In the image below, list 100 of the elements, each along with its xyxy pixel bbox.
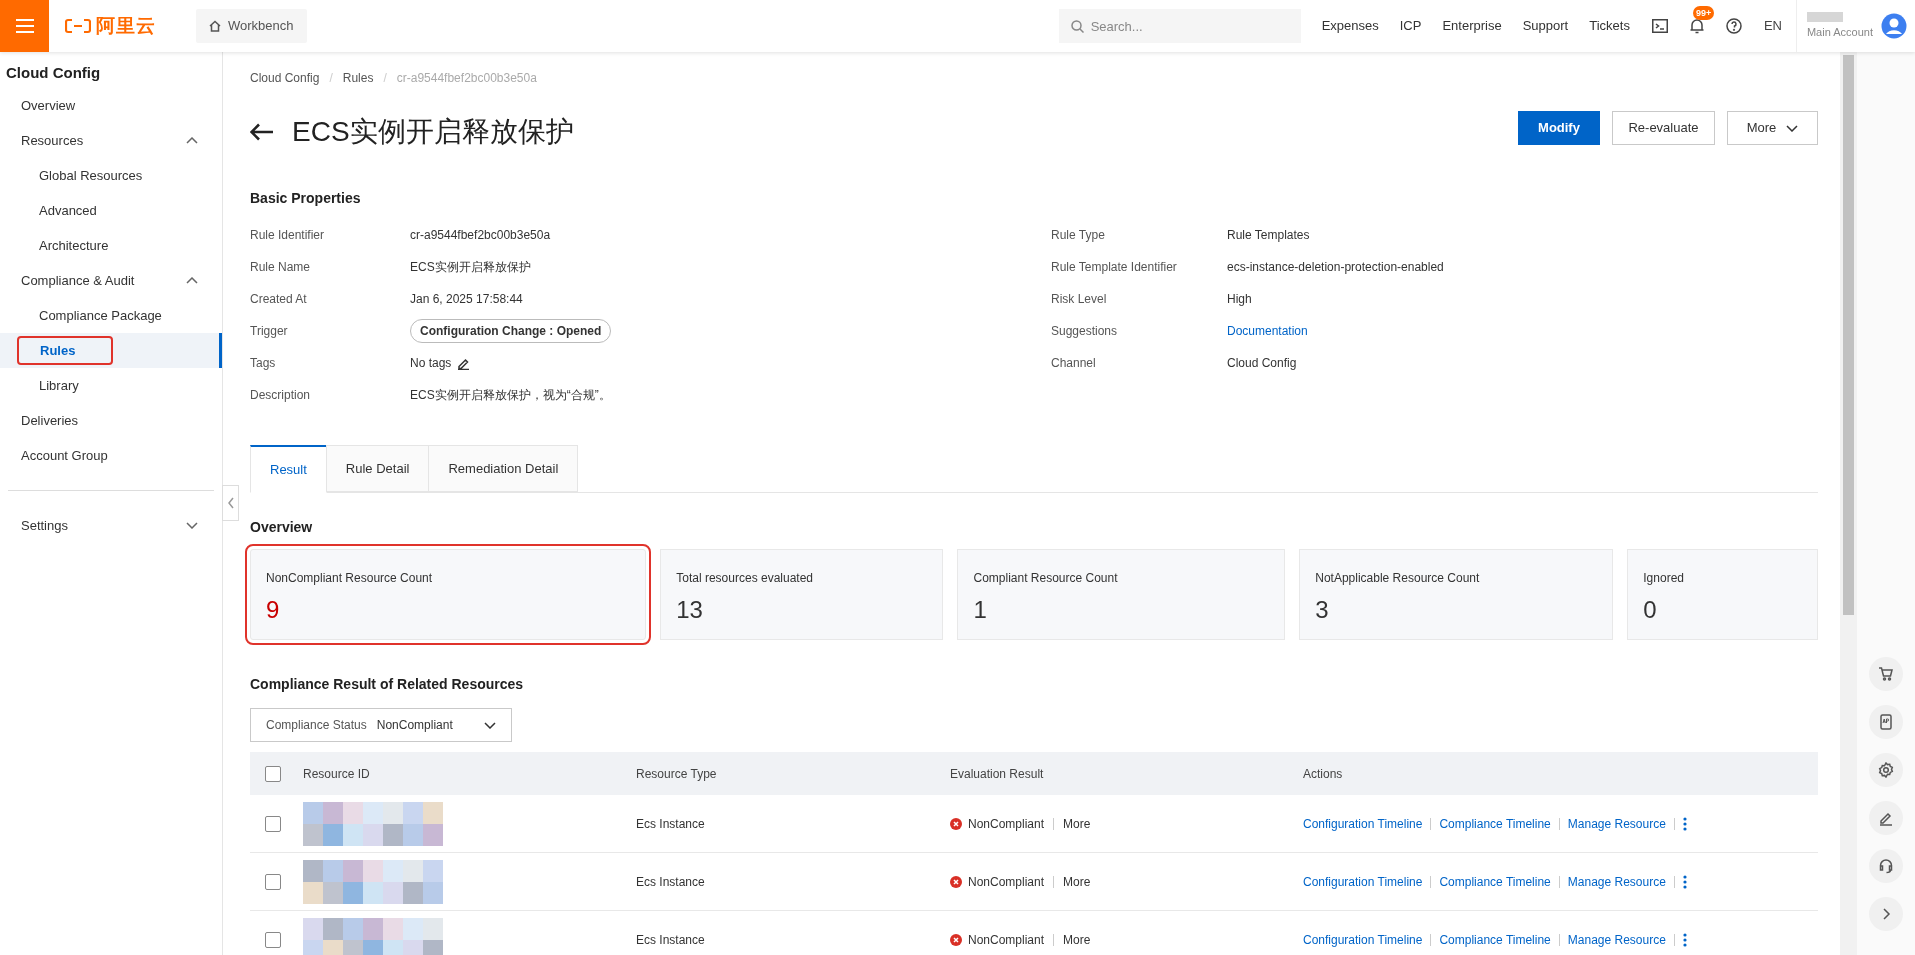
tab[interactable]: Result [250, 445, 327, 493]
property-value: Jan 6, 2025 17:58:44 [410, 291, 523, 308]
account-label: Main Account [1806, 24, 1873, 40]
more-link[interactable]: More [1063, 814, 1091, 833]
property-label: Channel [1051, 355, 1097, 372]
stat-label: Ignored [1643, 570, 1685, 587]
checkbox[interactable] [265, 765, 281, 782]
sidebar-subitem[interactable]: Global Resources [0, 158, 222, 193]
sidebar-item[interactable]: Overview [0, 88, 222, 123]
sidebar-subitem[interactable]: Compliance Package [0, 298, 222, 333]
documentation-link[interactable]: Documentation [1227, 322, 1308, 340]
terminal-icon[interactable] [1651, 19, 1668, 33]
nav-link[interactable]: Enterprise [1442, 16, 1502, 36]
section-title: Basic Properties [250, 189, 362, 208]
property-label: Rule Identifier [250, 227, 326, 244]
more-link[interactable]: More [1063, 872, 1091, 891]
stat-value: 1 [973, 595, 988, 625]
sidebar-item[interactable]: Account Group [0, 438, 222, 473]
chevron-down-icon [484, 721, 496, 729]
search-field[interactable]: Search... [1058, 9, 1301, 43]
table-cell-text: Ecs Instance [636, 873, 706, 891]
default-button[interactable]: Re-evaluate [1612, 111, 1715, 145]
more-vertical-icon[interactable] [1682, 816, 1687, 831]
action-link[interactable]: Compliance Timeline [1439, 930, 1551, 949]
action-link[interactable]: Compliance Timeline [1439, 814, 1551, 833]
more-link[interactable]: More [1063, 930, 1091, 949]
property-label: Rule Type [1051, 227, 1106, 244]
nav-link[interactable]: ICP [1399, 16, 1422, 36]
more-vertical-icon[interactable] [1682, 932, 1687, 947]
property-value: No tags [410, 355, 452, 372]
action-link[interactable]: Manage Resource [1567, 872, 1666, 891]
sidebar-subitem[interactable]: Architecture [0, 228, 222, 263]
edit-icon[interactable] [457, 356, 471, 370]
mobile-app-button[interactable] [1869, 705, 1903, 739]
mobile-app-icon [1878, 714, 1894, 730]
sidebar-item[interactable]: Settings [0, 508, 222, 543]
avatar-icon[interactable] [1881, 13, 1907, 39]
nav-link[interactable]: Expenses [1321, 16, 1379, 36]
scrollbar[interactable] [1840, 52, 1857, 955]
property-label: Rule Template Identifier [1051, 259, 1178, 276]
primary-button[interactable]: Modify [1518, 111, 1600, 145]
breadcrumb-link[interactable]: Rules [342, 69, 374, 87]
sidebar-title: Cloud Config [5, 63, 102, 83]
stat-label: NonCompliant Resource Count [266, 570, 434, 587]
settings-button[interactable] [1869, 753, 1903, 787]
tab[interactable]: Remediation Detail [428, 445, 579, 492]
property-value: ECS实例开启释放保护，视为“合规”。 [410, 387, 611, 404]
checkbox[interactable] [265, 815, 281, 832]
table-cell-text: Ecs Instance [636, 815, 706, 833]
menu-button[interactable] [0, 0, 49, 52]
chevron-right-button[interactable] [1869, 897, 1903, 931]
action-link[interactable]: Configuration Timeline [1303, 872, 1423, 891]
error-icon [950, 875, 962, 888]
property-value: ecs-instance-deletion-protection-enabled [1227, 259, 1444, 276]
action-link[interactable]: Manage Resource [1567, 814, 1666, 833]
page-title: ECS实例开启释放保护 [292, 115, 574, 149]
property-value: Rule Templates [1227, 227, 1310, 244]
property-label: Tags [250, 355, 277, 372]
action-link[interactable]: Configuration Timeline [1303, 814, 1423, 833]
stat-label: NotApplicable Resource Count [1315, 570, 1481, 587]
action-link[interactable]: Manage Resource [1567, 930, 1666, 949]
workbench-button[interactable]: Workbench [196, 9, 307, 43]
logo-text: 阿里云 [96, 13, 156, 38]
sidebar-subitem[interactable]: Library [0, 368, 222, 403]
dropdown-button[interactable]: More [1727, 111, 1818, 145]
action-link[interactable]: Configuration Timeline [1303, 930, 1423, 949]
cart-button[interactable] [1869, 657, 1903, 691]
sidebar-item[interactable]: Compliance & Audit [0, 263, 222, 298]
property-label: Created At [250, 291, 308, 308]
breadcrumb-link[interactable]: Cloud Config [250, 69, 320, 87]
nav-link[interactable]: Support [1522, 16, 1569, 36]
sidebar-item[interactable]: Deliveries [0, 403, 222, 438]
action-link[interactable]: Compliance Timeline [1439, 872, 1551, 891]
status-text: NonCompliant [968, 931, 1045, 949]
column-header: Evaluation Result [950, 765, 1045, 783]
more-vertical-icon[interactable] [1682, 874, 1687, 889]
nav-link[interactable]: Tickets [1589, 16, 1630, 36]
headset-button[interactable] [1869, 849, 1903, 883]
error-icon [950, 817, 962, 830]
filter-dropdown[interactable]: Compliance Status NonCompliant [250, 708, 512, 742]
collapse-handle[interactable] [222, 485, 239, 521]
stat-label: Total resources evaluated [676, 570, 814, 587]
sidebar-item[interactable]: Resources [0, 123, 222, 158]
language-label[interactable]: EN [1763, 16, 1782, 36]
pen-button[interactable] [1869, 801, 1903, 835]
column-header: Actions [1303, 765, 1344, 783]
property-label: Suggestions [1051, 323, 1119, 340]
checkbox[interactable] [265, 873, 281, 890]
sidebar-subitem[interactable]: Rules [0, 333, 222, 368]
property-value: cr-a9544fbef2bc00b3e50a [410, 227, 551, 244]
back-arrow-icon[interactable] [250, 123, 274, 141]
help-icon[interactable] [1725, 18, 1742, 34]
notification-badge: 99+ [1692, 6, 1715, 20]
checkbox[interactable] [265, 931, 281, 948]
settings-icon [1878, 762, 1894, 778]
sidebar-subitem[interactable]: Advanced [0, 193, 222, 228]
breadcrumb-separator: / [329, 70, 333, 87]
bell-icon[interactable] [1689, 18, 1704, 34]
filter-value: NonCompliant [376, 717, 454, 734]
tab[interactable]: Rule Detail [325, 445, 430, 492]
